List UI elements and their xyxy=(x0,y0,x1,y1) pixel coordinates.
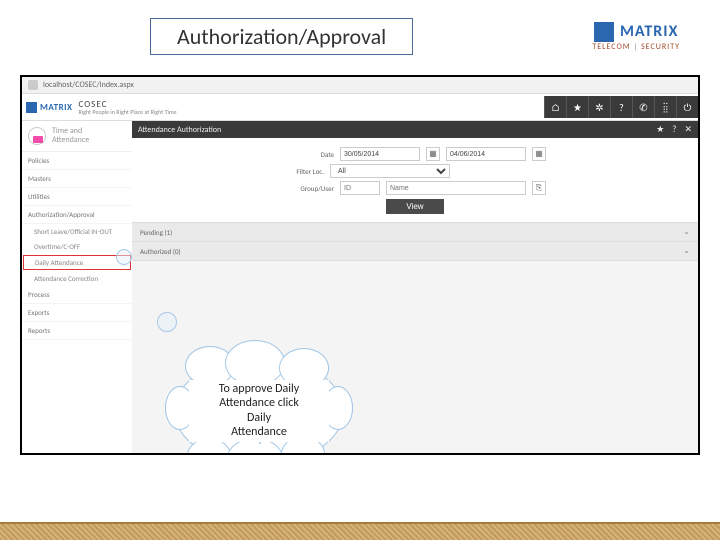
chevron-down-icon: ⌄ xyxy=(683,227,690,237)
callout-cloud: To approve Daily Attendance click Daily … xyxy=(174,357,344,455)
date-label: Date xyxy=(284,150,334,159)
date-to-input[interactable] xyxy=(446,147,526,161)
date-from-input[interactable] xyxy=(340,147,420,161)
gear-icon[interactable]: ✲ xyxy=(588,96,610,118)
slide-footer-bar xyxy=(0,522,720,540)
slide-header: Authorization/Approval MATRIX TELECOM | … xyxy=(0,0,720,65)
logo-mark-icon xyxy=(26,102,37,113)
logo-mark-icon xyxy=(594,22,614,42)
group-name-input[interactable] xyxy=(386,181,526,195)
accordion-authorized[interactable]: Authorized (0) ⌄ xyxy=(132,242,698,261)
help-icon[interactable]: ? xyxy=(610,96,632,118)
panel-titlebar: Attendance Authorization ★ ? ✕ xyxy=(132,121,698,138)
sidebar-item-exports[interactable]: Exports xyxy=(22,304,132,322)
filter-select[interactable]: All xyxy=(330,164,450,178)
sidebar-sub-overtime[interactable]: Overtime/C-OFF xyxy=(22,239,132,254)
filter-area: Date ▦ ▦ Filter Loc. All Group/User xyxy=(132,138,698,223)
sidebar-sub-daily-attendance[interactable]: Daily Attendance xyxy=(23,255,131,270)
calendar-icon[interactable]: ▦ xyxy=(426,147,440,161)
app-logo: MATRIX xyxy=(26,102,73,113)
logo-tagline: TELECOM | SECURITY xyxy=(592,42,680,52)
sidebar-sub-short-leave[interactable]: Short Leave/Official IN-OUT xyxy=(22,224,132,239)
logo-text: MATRIX xyxy=(620,22,678,41)
slide-title: Authorization/Approval xyxy=(150,18,413,55)
sidebar-item-reports[interactable]: Reports xyxy=(22,322,132,340)
annotation-circle xyxy=(116,249,132,265)
search-icon[interactable]: ⎘ xyxy=(532,181,546,195)
sidebar-item-process[interactable]: Process xyxy=(22,286,132,304)
browser-tab: localhost/COSEC/Index.aspx xyxy=(22,77,698,94)
help-icon[interactable]: ? xyxy=(672,124,676,135)
sidebar-item-policies[interactable]: Policies xyxy=(22,152,132,170)
calendar-icon[interactable]: ▦ xyxy=(532,147,546,161)
header-toolbar: ⌂ ★ ✲ ? ✆ ⁞⁞ ⏻ xyxy=(544,96,698,118)
app-screenshot: localhost/COSEC/Index.aspx MATRIX COSEC … xyxy=(20,75,700,455)
chevron-down-icon: ⌄ xyxy=(683,246,690,256)
url-text: localhost/COSEC/Index.aspx xyxy=(43,80,134,90)
sidebar-item-utilities[interactable]: Utilities xyxy=(22,188,132,206)
filter-label: Filter Loc. xyxy=(274,167,324,176)
annotation-circle xyxy=(157,312,177,332)
home-icon[interactable]: ⌂ xyxy=(544,96,566,118)
grid-icon[interactable]: ⁞⁞ xyxy=(654,96,676,118)
sidebar-item-authorization[interactable]: Authorization/Approval xyxy=(22,206,132,224)
accordion-pending[interactable]: Pending (1) ⌄ xyxy=(132,223,698,242)
sidebar-sub-attendance-correction[interactable]: Attendance Correction xyxy=(22,271,132,286)
close-icon[interactable]: ✕ xyxy=(684,124,692,135)
page-icon xyxy=(28,80,38,90)
app-name-block: COSEC Right People in Right Place at Rig… xyxy=(79,100,177,115)
sidebar: Time andAttendance Policies Masters Util… xyxy=(22,121,132,455)
view-button[interactable]: View xyxy=(386,199,443,214)
star-icon[interactable]: ★ xyxy=(656,124,664,135)
module-icon xyxy=(28,127,46,145)
group-label: Group/User xyxy=(284,184,334,193)
module-header[interactable]: Time andAttendance xyxy=(22,121,132,152)
app-header: MATRIX COSEC Right People in Right Place… xyxy=(22,94,698,121)
phone-icon[interactable]: ✆ xyxy=(632,96,654,118)
group-id-input[interactable] xyxy=(340,181,380,195)
sidebar-item-masters[interactable]: Masters xyxy=(22,170,132,188)
star-icon[interactable]: ★ xyxy=(566,96,588,118)
power-icon[interactable]: ⏻ xyxy=(676,96,698,118)
panel-title-text: Attendance Authorization xyxy=(138,125,221,135)
brand-logo: MATRIX TELECOM | SECURITY xyxy=(592,22,680,52)
